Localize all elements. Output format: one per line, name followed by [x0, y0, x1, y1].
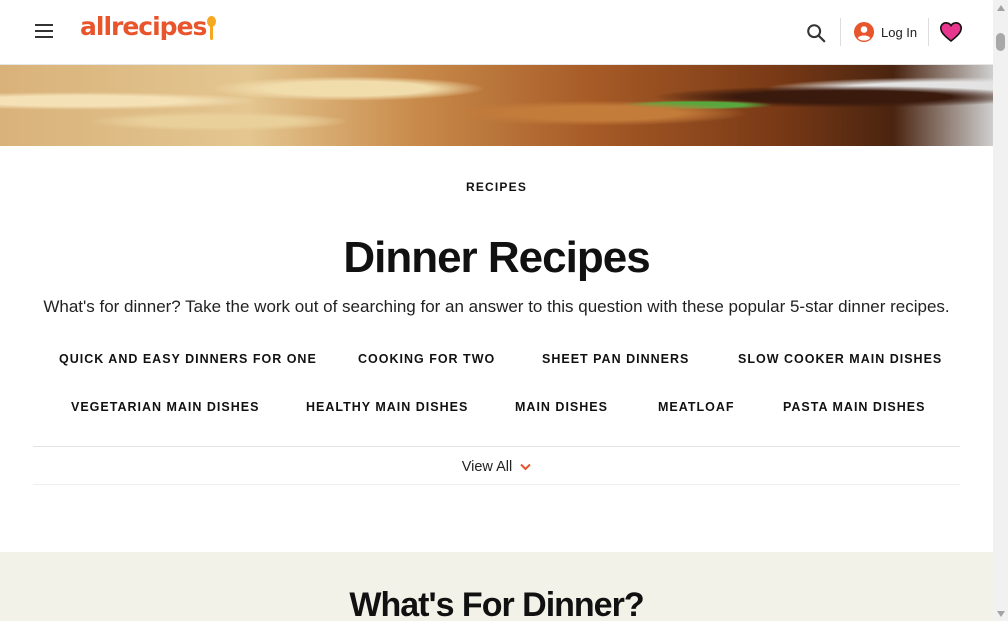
login-label: Log In: [881, 24, 918, 40]
heart-icon[interactable]: [939, 20, 963, 44]
page-title: Dinner Recipes: [343, 233, 650, 282]
tag-link[interactable]: PASTA MAIN DISHES: [783, 400, 925, 414]
allrecipes-logo[interactable]: allrecipes: [80, 12, 217, 42]
divider: [928, 18, 929, 46]
chevron-down-icon: [520, 463, 531, 471]
tag-link[interactable]: QUICK AND EASY DINNERS FOR ONE: [59, 352, 317, 366]
spoon-icon: [207, 12, 217, 42]
tag-link[interactable]: MAIN DISHES: [515, 400, 608, 414]
scroll-up-arrow[interactable]: [997, 5, 1005, 11]
tag-link[interactable]: SLOW COOKER MAIN DISHES: [738, 352, 942, 366]
scrollbar-thumb[interactable]: [996, 33, 1005, 51]
view-all-label: View All: [461, 459, 513, 475]
eyebrow-label[interactable]: RECIPES: [0, 180, 993, 194]
scrollbar[interactable]: [993, 0, 1008, 621]
search-icon[interactable]: [805, 22, 827, 44]
user-icon: [854, 22, 874, 42]
tag-link[interactable]: MEATLOAF: [658, 400, 735, 414]
login-button[interactable]: Log In: [854, 21, 917, 43]
divider: [840, 18, 841, 46]
view-all-button[interactable]: View All: [0, 459, 993, 475]
tag-link[interactable]: SHEET PAN DINNERS: [542, 352, 689, 366]
page-description: What's for dinner? Take the work out of …: [43, 297, 950, 316]
hamburger-icon[interactable]: [35, 24, 53, 38]
scroll-down-arrow[interactable]: [997, 611, 1005, 617]
site-header: allrecipes Log In: [0, 0, 993, 65]
tag-link[interactable]: HEALTHY MAIN DISHES: [306, 400, 468, 414]
hero-image: [0, 64, 993, 146]
tag-link[interactable]: COOKING FOR TWO: [358, 352, 495, 366]
tag-link[interactable]: VEGETARIAN MAIN DISHES: [71, 400, 259, 414]
section-title: What's For Dinner?: [349, 586, 644, 624]
logo-text: allrecipes: [80, 12, 207, 41]
